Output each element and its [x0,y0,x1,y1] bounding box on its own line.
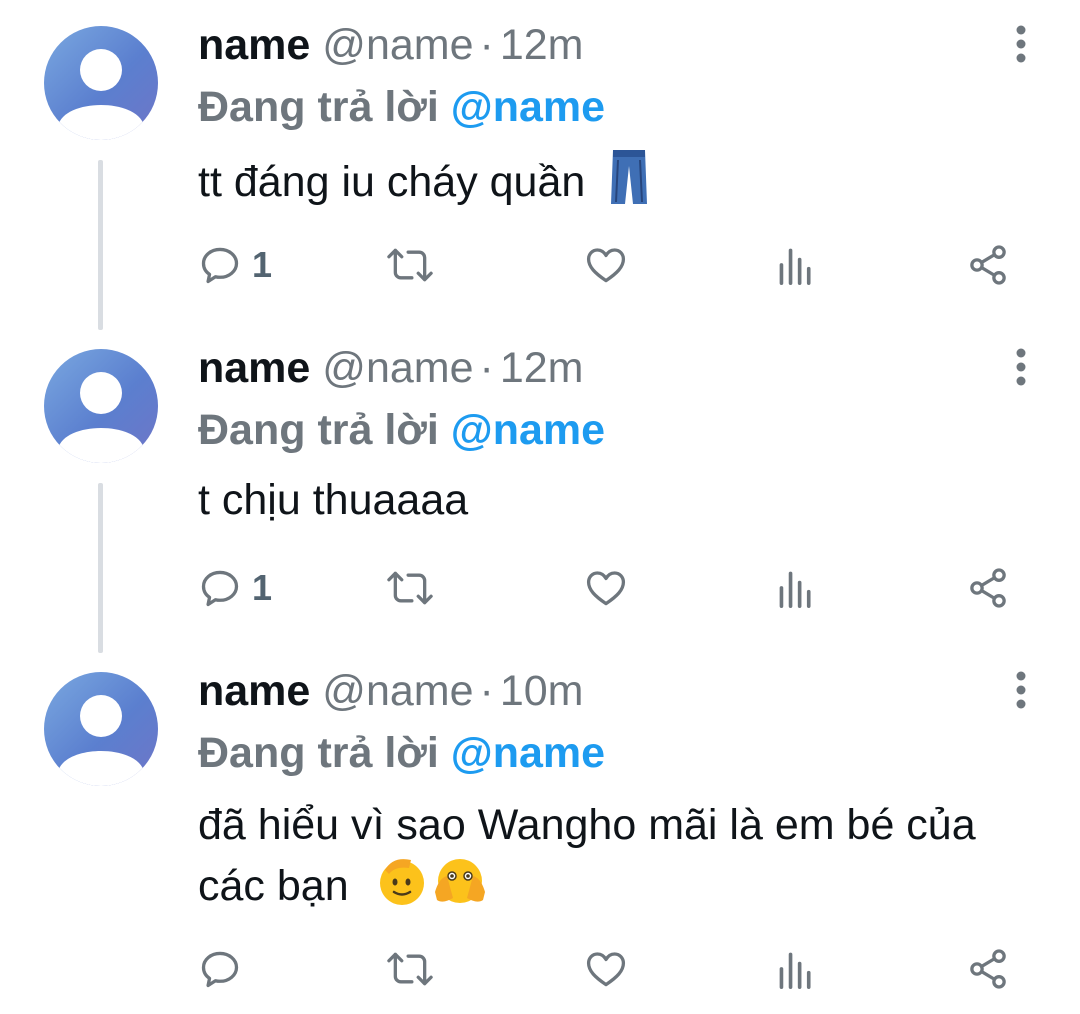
tweet-actions: 1 [198,240,1028,290]
display-name[interactable]: name [198,21,310,69]
tweet-header: name @name · 10m [198,664,584,718]
handle[interactable]: @name [322,21,473,69]
replying-prefix: Đang trả lời [198,406,439,454]
views-bar-chart-icon [779,571,811,608]
separator: · [479,21,494,69]
like-heart-icon [586,248,626,283]
face-with-open-eyes-and-hand-over-mouth-emoji [431,854,489,923]
thread-connector-line [98,160,103,330]
like-heart-icon [586,952,626,987]
more-vertical-icon[interactable] [1006,24,1036,64]
tweet-body: t chịu thuaaaa [198,476,469,524]
tweet-text: t chịu thuaaaa [198,471,1038,529]
default-avatar-icon [58,372,144,463]
like-heart-icon [586,571,626,606]
tweet-text: đã hiểu vì sao Wangho mãi là em bé của c… [198,796,1028,923]
like-button[interactable] [583,563,629,613]
default-avatar-icon [58,49,144,140]
tweet[interactable]: name @name · 10m Đang trả lời @name đã hiể… [0,646,1080,1014]
jeans-emoji [607,148,651,221]
display-name[interactable]: name [198,344,310,392]
more-vertical-icon[interactable] [1006,347,1036,387]
timestamp[interactable]: 12m [500,344,584,392]
share-button[interactable] [966,240,1010,290]
replying-to: Đang trả lời @name [198,403,605,457]
timestamp[interactable]: 12m [500,21,584,69]
like-button[interactable] [583,240,629,290]
share-button[interactable] [966,563,1010,613]
share-icon [970,245,1006,285]
saluting-face-emoji [375,854,429,923]
retweet-icon [387,571,433,605]
mention-link[interactable]: @name [451,83,605,131]
separator: · [479,344,494,392]
tweet-body: tt đáng iu cháy quần [198,157,586,206]
reply-button[interactable]: 1 [198,240,272,290]
views-bar-chart-icon [779,248,811,285]
tweet-text: tt đáng iu cháy quần [198,148,1038,221]
avatar[interactable] [44,349,158,463]
avatar[interactable] [44,26,158,140]
tweet[interactable]: name @name · 12m Đang trả lời @name t chịu… [0,323,1080,653]
retweet-button[interactable] [386,240,434,290]
mention-link[interactable]: @name [451,729,605,777]
share-button[interactable] [966,944,1010,994]
replying-prefix: Đang trả lời [198,83,439,131]
tweet-actions: 1 [198,563,1028,613]
retweet-button[interactable] [386,563,434,613]
views-bar-chart-icon [779,952,811,989]
display-name[interactable]: name [198,667,310,715]
tweet-actions [198,944,1028,994]
thread-connector-line [98,483,103,653]
timestamp[interactable]: 10m [500,667,584,715]
views-button[interactable] [776,563,816,613]
reply-icon [201,247,239,284]
share-icon [970,568,1006,608]
tweet-header: name @name · 12m [198,341,584,395]
views-button[interactable] [776,944,816,994]
reply-icon [201,570,239,607]
retweet-icon [387,248,433,282]
more-vertical-icon[interactable] [1006,670,1036,710]
reply-count: 1 [252,244,273,285]
handle[interactable]: @name [322,344,473,392]
reply-count: 1 [252,567,273,608]
default-avatar-icon [58,695,144,786]
avatar[interactable] [44,672,158,786]
separator: · [479,667,494,715]
share-icon [970,949,1006,989]
tweet-body: đã hiểu vì sao Wangho mãi là em bé của c… [198,801,976,910]
retweet-icon [387,952,433,986]
reply-button[interactable]: 1 [198,563,272,613]
views-button[interactable] [776,240,816,290]
like-button[interactable] [583,944,629,994]
reply-button[interactable] [198,944,252,994]
handle[interactable]: @name [322,667,473,715]
reply-icon [201,951,239,988]
replying-to: Đang trả lời @name [198,726,605,780]
replying-prefix: Đang trả lời [198,729,439,777]
tweet-header: name @name · 12m [198,18,584,72]
mention-link[interactable]: @name [451,406,605,454]
retweet-button[interactable] [386,944,434,994]
tweet[interactable]: name @name · 12m Đang trả lời @name tt đán… [0,0,1080,330]
replying-to: Đang trả lời @name [198,80,605,134]
